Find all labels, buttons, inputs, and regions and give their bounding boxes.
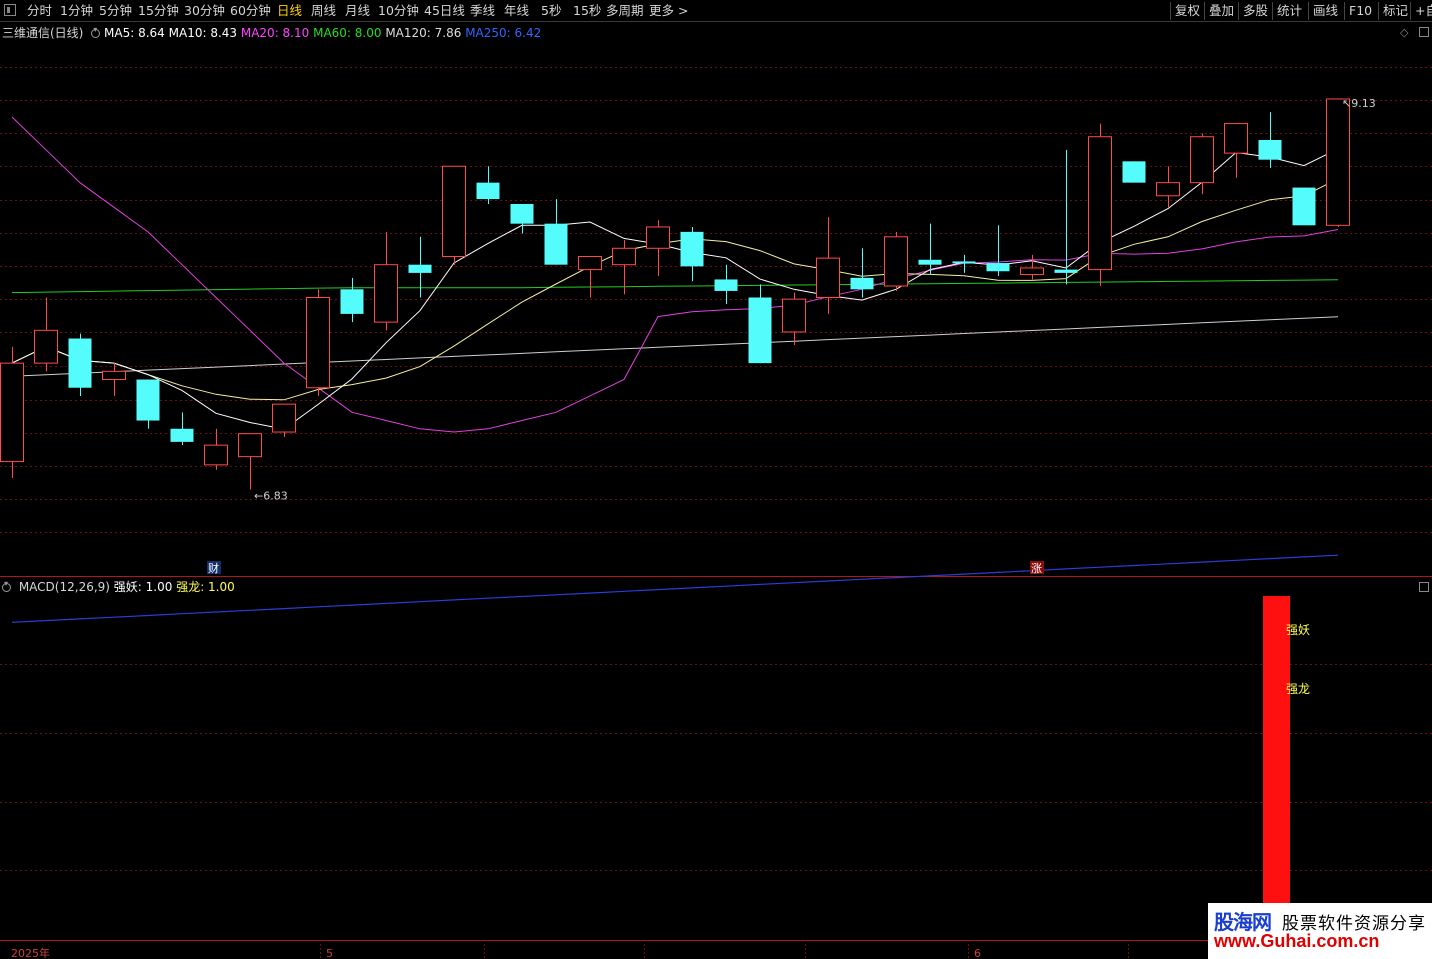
- macd-signal-label-1: 强龙: [1286, 682, 1310, 696]
- candle-body-22: [748, 297, 772, 364]
- period-tab-0[interactable]: 分时: [27, 2, 52, 20]
- macd-legend: MACD(12,26,9) 强妖: 1.00 强龙: 1.00: [2, 578, 235, 595]
- candle-body-28: [952, 261, 976, 264]
- period-tab-14[interactable]: 15秒: [573, 2, 601, 20]
- kline-chart[interactable]: ↖9.13 ←6.83 财 涨强妖强龙 2025年 5 6: [0, 0, 1432, 959]
- candle-body-14: [476, 182, 500, 200]
- candle-body-13: [442, 165, 466, 257]
- period-tab-10[interactable]: 45日线: [424, 2, 465, 20]
- candle-body-3: [102, 370, 126, 381]
- period-tab-3[interactable]: 15分钟: [138, 2, 179, 20]
- candle-body-20: [680, 231, 704, 267]
- candle-body-17: [578, 255, 602, 271]
- candle-body-29: [986, 263, 1010, 272]
- candle-body-8: [272, 403, 296, 433]
- candle-body-32: [1088, 136, 1112, 271]
- candle-body-18: [612, 247, 636, 266]
- candle-body-39: [1326, 98, 1350, 226]
- candle-body-26: [884, 236, 908, 287]
- toolbar-button-0[interactable]: 复权: [1170, 2, 1200, 20]
- candle-body-38: [1292, 187, 1316, 226]
- candle-body-33: [1122, 161, 1146, 183]
- candle-body-11: [374, 264, 398, 323]
- candle-body-2: [68, 338, 92, 388]
- toolbar-button-3[interactable]: 统计: [1272, 2, 1302, 20]
- toolbar-button-5[interactable]: F10: [1344, 2, 1372, 20]
- watermark-logo: 股海网 股票软件资源分享 www.Guhai.com.cn: [1208, 903, 1432, 959]
- settings-icon[interactable]: [91, 25, 101, 38]
- ma-legend-item-2: MA20: 8.10: [240, 26, 314, 40]
- period-tab-6[interactable]: 日线: [277, 2, 302, 20]
- period-tab-16[interactable]: 更多 >: [649, 2, 688, 20]
- candle-body-0: [0, 362, 24, 463]
- ma60-line: [11, 279, 1339, 294]
- candle-body-5: [170, 428, 194, 442]
- macd-signal-label-0: 强妖: [1286, 623, 1310, 637]
- candle-body-9: [306, 297, 330, 389]
- ma-legend-item-1: MA10: 8.43: [168, 26, 241, 40]
- time-axis-label-2: 6: [974, 947, 981, 959]
- ma-legend: 三维通信(日线) MA5: 8.64 MA10: 8.43 MA20: 8.10…: [2, 24, 541, 41]
- candle-body-12: [408, 264, 432, 273]
- period-tab-2[interactable]: 5分钟: [99, 2, 132, 20]
- candle-body-16: [544, 223, 568, 265]
- candle-body-30: [1020, 267, 1044, 276]
- candle-body-31: [1054, 269, 1078, 273]
- toolbar-button-7[interactable]: +自: [1410, 2, 1432, 20]
- high-price-label: ↖9.13: [1342, 97, 1376, 110]
- candle-body-19: [646, 226, 670, 249]
- ma-legend-item-5: MA250: 6.42: [465, 26, 542, 40]
- candle-body-15: [510, 203, 534, 224]
- candle-body-23: [782, 298, 806, 333]
- candle-body-24: [816, 257, 840, 298]
- stock-title: 三维通信(日线): [2, 26, 84, 40]
- candle-body-36: [1224, 123, 1248, 154]
- period-tab-8[interactable]: 月线: [345, 2, 370, 20]
- low-price-label: ←6.83: [254, 489, 288, 502]
- event-marker-1: 涨: [1031, 562, 1042, 575]
- toolbar-button-6[interactable]: 标记: [1378, 2, 1408, 20]
- candle-body-34: [1156, 182, 1180, 197]
- macd-signal-bar: [1263, 596, 1290, 940]
- period-tab-5[interactable]: 60分钟: [230, 2, 271, 20]
- candle-body-6: [204, 444, 228, 466]
- candle-body-4: [136, 379, 160, 421]
- period-tab-7[interactable]: 周线: [311, 2, 336, 20]
- time-axis-label-0: 2025年: [11, 946, 50, 959]
- candle-body-10: [340, 289, 364, 314]
- candle-body-37: [1258, 140, 1282, 160]
- candle-body-25: [850, 277, 874, 290]
- ma-legend-item-3: MA60: 8.00: [313, 26, 386, 40]
- macd-name: MACD(12,26,9): [18, 580, 110, 594]
- period-tab-4[interactable]: 30分钟: [184, 2, 225, 20]
- period-tab-12[interactable]: 年线: [504, 2, 529, 20]
- close-icon[interactable]: [1419, 27, 1429, 37]
- period-tab-15[interactable]: 多周期: [606, 2, 644, 20]
- panel-toggle-icon[interactable]: [4, 4, 16, 16]
- period-tab-11[interactable]: 季线: [470, 2, 495, 20]
- ma120-line: [11, 316, 1339, 377]
- event-marker-0: 财: [208, 561, 219, 575]
- candle-body-35: [1190, 136, 1214, 184]
- settings-icon[interactable]: [2, 579, 11, 592]
- toolbar-button-4[interactable]: 画线: [1308, 2, 1338, 20]
- time-axis-label-1: 5: [326, 947, 333, 959]
- candle-body-21: [714, 279, 738, 291]
- period-toolbar: 分时 1分钟 5分钟 15分钟 30分钟 60分钟 日线 周线 月线 10分钟 45日线 季线 年线 5秒…: [0, 0, 1432, 22]
- candle-body-7: [238, 433, 262, 458]
- period-tab-1[interactable]: 1分钟: [60, 2, 93, 20]
- ma5-line: [11, 148, 1339, 430]
- ma-legend-item-0: MA5: 8.64: [104, 26, 169, 40]
- period-tab-9[interactable]: 10分钟: [378, 2, 419, 20]
- toolbar-button-2[interactable]: 多股: [1238, 2, 1268, 20]
- candle-body-1: [34, 329, 58, 364]
- diamond-icon[interactable]: ◇: [1400, 26, 1408, 39]
- toolbar-button-1[interactable]: 叠加: [1204, 2, 1234, 20]
- close-icon[interactable]: [1419, 582, 1429, 592]
- macd-legend-item-0: 强妖: 1.00: [113, 580, 173, 594]
- candle-body-27: [918, 259, 942, 265]
- macd-legend-item-1: 强龙: 1.00: [172, 580, 235, 594]
- ma-legend-item-4: MA120: 7.86: [385, 26, 466, 40]
- period-tab-13[interactable]: 5秒: [541, 2, 561, 20]
